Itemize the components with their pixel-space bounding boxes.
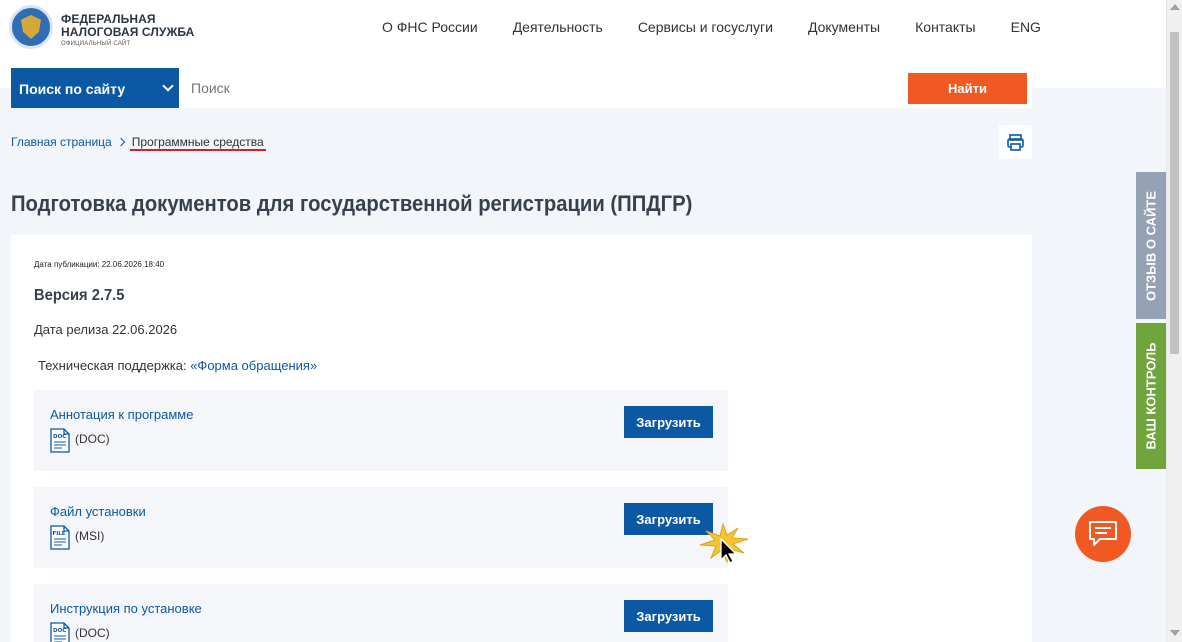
fns-emblem-logo[interactable]	[9, 5, 53, 49]
nav-item-contacts[interactable]: Контакты	[915, 19, 975, 35]
release-date: Дата релиза 22.06.2026	[34, 322, 178, 337]
your-control-label: ВАШ КОНТРОЛЬ	[1143, 342, 1159, 450]
site-feedback-tab[interactable]: ОТЗЫВ О САЙТЕ	[1136, 172, 1166, 319]
tech-support-label: Техническая поддержка:	[38, 358, 191, 373]
tech-support-line: Техническая поддержка: «Форма обращения»	[38, 358, 317, 373]
page-title: Подготовка документов для государственно…	[11, 191, 693, 216]
search-button[interactable]: Найти	[908, 73, 1027, 104]
main-nav: О ФНС России Деятельность Сервисы и госу…	[382, 19, 1076, 35]
search-scope-label: Поиск по сайту	[19, 81, 126, 97]
breadcrumb-current-label: Программные средства	[131, 135, 264, 149]
file-type: (DOC)	[75, 432, 110, 446]
file-type: (MSI)	[75, 529, 105, 543]
chevron-down-icon	[162, 80, 174, 92]
file-item-annotation: Аннотация к программе DOC (DOC) Загрузит…	[34, 390, 728, 471]
site-feedback-label: ОТЗЫВ О САЙТЕ	[1143, 190, 1159, 301]
msi-file-icon: FILE	[50, 525, 70, 550]
scroll-down-arrow-icon[interactable]	[1170, 630, 1180, 636]
your-control-tab[interactable]: ВАШ КОНТРОЛЬ	[1136, 323, 1166, 469]
mouse-cursor-icon	[699, 522, 749, 564]
nav-item-activity[interactable]: Деятельность	[513, 19, 603, 35]
support-form-link[interactable]: «Форма обращения»	[190, 358, 317, 373]
print-button[interactable]	[999, 125, 1032, 159]
file-icon-label: FILE	[53, 531, 66, 537]
nav-item-services[interactable]: Сервисы и госуслуги	[638, 19, 773, 35]
nav-item-english[interactable]: ENG	[1011, 19, 1041, 35]
doc-file-icon: DOC	[50, 428, 70, 453]
doc-file-icon: DOC	[50, 622, 70, 642]
file-title-link[interactable]: Файл установки	[50, 504, 146, 519]
red-underline-highlight	[129, 149, 266, 151]
search-scope-dropdown[interactable]: Поиск по сайту	[11, 68, 179, 108]
page: ФЕДЕРАЛЬНАЯ НАЛОГОВАЯ СЛУЖБА ОФИЦИАЛЬНЫЙ…	[0, 0, 1166, 642]
file-icon-label: DOC	[53, 628, 66, 634]
chat-button[interactable]	[1075, 506, 1131, 562]
file-item-instruction: Инструкция по установке DOC (DOC) Загруз…	[34, 584, 728, 642]
download-button[interactable]: Загрузить	[624, 600, 713, 632]
file-type: (DOC)	[75, 626, 110, 640]
logo-line-3: ОФИЦИАЛЬНЫЙ САЙТ	[61, 41, 131, 47]
scroll-up-arrow-icon[interactable]	[1170, 4, 1180, 10]
file-icon-label: DOC	[53, 434, 66, 440]
nav-item-about[interactable]: О ФНС России	[382, 19, 478, 35]
printer-icon	[1007, 134, 1024, 151]
file-title-link[interactable]: Аннотация к программе	[50, 407, 193, 422]
file-title-link[interactable]: Инструкция по установке	[50, 601, 202, 616]
breadcrumb-home-link[interactable]: Главная страница	[11, 135, 112, 149]
chevron-right-icon	[116, 137, 125, 147]
version-heading: Версия 2.7.5	[34, 287, 125, 304]
scroll-thumb[interactable]	[1170, 32, 1179, 354]
logo-text[interactable]: ФЕДЕРАЛЬНАЯ НАЛОГОВАЯ СЛУЖБА ОФИЦИАЛЬНЫЙ…	[61, 13, 195, 48]
publication-date: Дата публикации: 22.06.2026 18:40	[34, 260, 165, 269]
download-button[interactable]: Загрузить	[624, 406, 713, 438]
file-item-installer: Файл установки FILE (MSI) Загрузить	[34, 487, 728, 568]
content-card: Дата публикации: 22.06.2026 18:40 Версия…	[11, 235, 1032, 642]
nav-item-documents[interactable]: Документы	[808, 19, 880, 35]
logo-line-2: НАЛОГОВАЯ СЛУЖБА	[61, 25, 195, 39]
search-bar: Поиск по сайту Найти	[11, 68, 1032, 108]
chat-bubble-icon	[1089, 521, 1117, 546]
search-input[interactable]	[179, 68, 907, 108]
breadcrumb-current[interactable]: Программные средства	[129, 135, 266, 151]
breadcrumb: Главная страница Программные средства	[11, 135, 266, 151]
page-scrollbar[interactable]	[1166, 0, 1182, 642]
